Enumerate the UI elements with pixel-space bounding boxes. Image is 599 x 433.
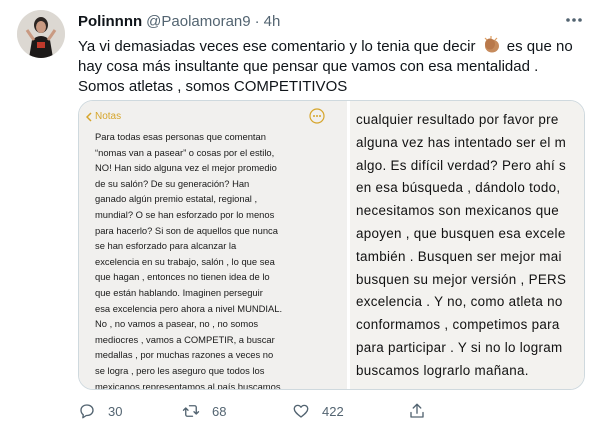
note-line: mundial? O se han esforzado por lo menos [95,208,275,220]
tweet-timestamp[interactable]: 4h [264,13,281,30]
share-icon [410,403,424,418]
user-handle[interactable]: @Paolamoran9 [146,13,250,30]
image-line: alguna vez has intentado ser el m [356,134,567,150]
note-line: “nomas van a pasear” o cosas por el esti… [95,146,275,158]
retweet-button[interactable]: 68 [182,402,226,420]
retweet-icon [182,405,200,417]
chevron-left-icon [86,111,92,122]
note-line: mediocres , vamos a COMPETIR, a buscar [95,333,275,345]
more-options-icon[interactable] [563,12,585,28]
tweet-actions: 30 68 422 [78,402,588,422]
image-line: cualquier resultado por favor pre [356,112,559,127]
note-line: que hagan , entonces no tienen idea de l… [95,271,270,283]
notes-back-label: Notas [95,111,122,122]
image-line: buscamos lograrlo mañana. [356,362,529,378]
note-line: excelencia en su trabajo, salón , lo que… [95,255,275,267]
note-line: mexicanos representamos al país buscamos [95,380,281,390]
note-line: esa excelencia pero ahora a nivel MUNDIA… [95,302,283,314]
share-button[interactable] [408,402,426,420]
image-line: busquen su mejor versión , PERS [356,271,567,287]
heart-icon [293,404,309,418]
image-line: también . Busquen ser mejor mai [356,248,562,264]
notes-toolbar: Notas [79,101,347,131]
tweet-header: Polinnnn @Paolamoran9 · 4h [78,10,585,32]
note-line: se logra , pero les aseguro que todos lo… [95,364,265,376]
image-line: en esa búsqueda , dándolo todo, [356,180,561,196]
note-line: para hacerlo? Si son de aquellos que nun… [95,224,278,236]
display-name[interactable]: Polinnnn [78,13,142,30]
like-count: 422 [322,403,344,419]
clapping-hands-icon [482,35,501,54]
like-button[interactable]: 422 [292,402,344,420]
note-text: Para todas esas personas que comentan “n… [95,129,327,389]
note-line: medallas , por muchas razones a veces no [95,349,274,361]
note-line: No , no vamos a pasear, no , no somos [95,318,259,330]
image-line: apoyen , que busquen esa excele [356,225,566,241]
avatar[interactable] [17,10,65,58]
image-line: necesitamos son mexicanos que [356,203,559,219]
reply-icon [80,404,94,419]
notes-back-link: Notas [86,111,121,122]
ellipsis-circle-icon [309,108,325,124]
image-text: cualquier resultado por favor pre alguna… [356,109,566,383]
reply-button[interactable]: 30 [78,402,122,420]
tweet-text-part-1: Ya vi demasiadas veces ese comentario y … [78,38,476,55]
retweet-count: 68 [212,403,227,419]
note-line: de su salón? De su generación? Han [95,177,250,189]
image-line: conformamos , competimos para [356,317,560,333]
separator-dot: · [254,12,260,30]
image-line: para participar . Y si no lo logram [356,339,563,355]
image-line: algo. Es difícil verdad? Pero ahí s [356,157,566,173]
note-line: ganado algún premio estatal, regional , [95,193,258,205]
media-image-text[interactable]: cualquier resultado por favor pre alguna… [350,101,584,389]
image-line: excelencia . Y no, como atleta no [356,294,563,310]
note-line: que están hablando. Imaginen perseguir [95,286,263,298]
tweet-media[interactable]: Notas Para todas esas personas que comen… [78,100,585,390]
reply-count: 30 [108,403,123,419]
note-line: NO! Han sido alguna vez el mejor promedi… [95,162,277,174]
note-line: se han esforzado para alcanzar la [95,240,237,252]
media-image-notes[interactable]: Notas Para todas esas personas que comen… [79,101,347,389]
tweet-text: Ya vi demasiadas veces ese comentario y … [78,35,588,97]
note-line: Para todas esas personas que comentan [95,131,266,142]
